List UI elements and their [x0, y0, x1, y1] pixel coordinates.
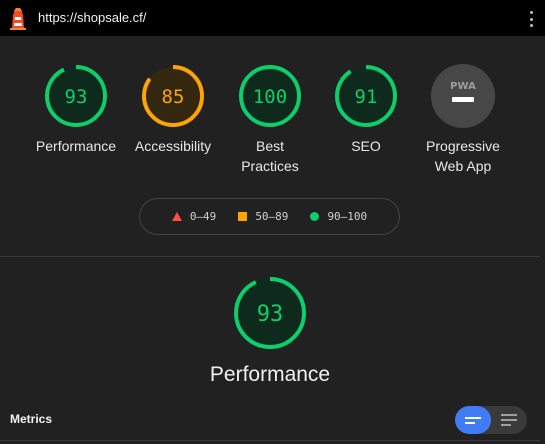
gauge-label: Best Practices [241, 138, 299, 174]
circle-icon [310, 212, 320, 221]
list-view-icon[interactable] [491, 406, 527, 434]
legend-average-range: 50–89 [255, 210, 289, 223]
performance-section: 93 Performance Metrics [0, 257, 545, 444]
gauge-label: Accessibility [134, 138, 212, 154]
performance-score: 93 [257, 302, 284, 327]
gauge-ring: 93 [45, 65, 107, 127]
lighthouse-icon [10, 8, 26, 30]
legend-fail-range: 0–49 [189, 210, 217, 223]
gauge-accessibility[interactable]: 85 Accessibility [123, 64, 223, 156]
scores-summary: 93 Performance 85 Accessibility 100 Best… [0, 36, 545, 256]
gauge-score: 85 [162, 86, 185, 108]
performance-gauge: 93 [234, 277, 306, 349]
gauge-label: Progressive Web App [426, 138, 500, 174]
gauge-label: Performance [35, 138, 117, 154]
performance-title: Performance [209, 363, 331, 386]
square-icon [238, 212, 248, 221]
expanded-view-icon[interactable] [455, 406, 491, 434]
score-legend: 0–49 50–89 90–100 [139, 198, 400, 235]
gauge-score: 91 [355, 86, 378, 108]
page-url: https://shopsale.cf/ [38, 10, 147, 25]
gauge-label: SEO [351, 138, 381, 154]
gauge-best-practices[interactable]: 100 Best Practices [220, 64, 320, 176]
gauge-ring: 91 [335, 65, 397, 127]
gauge-pwa[interactable]: PWA Progressive Web App [413, 64, 513, 176]
top-bar: https://shopsale.cf/ [0, 0, 545, 36]
gauge-performance[interactable]: 93 Performance [26, 64, 126, 156]
legend-pass-range: 90–100 [327, 210, 368, 223]
gauge-seo[interactable]: 91 SEO [316, 64, 416, 156]
metrics-view-toggle[interactable] [455, 406, 527, 434]
gauge-ring: 100 [239, 65, 301, 127]
gauge-ring: 85 [142, 65, 204, 127]
bottom-divider [0, 440, 540, 441]
legend-average: 50–89 [238, 210, 288, 223]
kebab-menu-icon[interactable] [528, 11, 534, 27]
legend-pass: 90–100 [310, 210, 367, 223]
gauge-score: 93 [65, 86, 88, 108]
pwa-badge-icon: PWA [431, 64, 495, 128]
metrics-heading: Metrics [10, 412, 53, 426]
triangle-icon [171, 212, 182, 221]
gauge-score: 100 [253, 86, 287, 108]
legend-fail: 0–49 [171, 210, 217, 223]
pwa-badge-text: PWA [450, 81, 476, 92]
